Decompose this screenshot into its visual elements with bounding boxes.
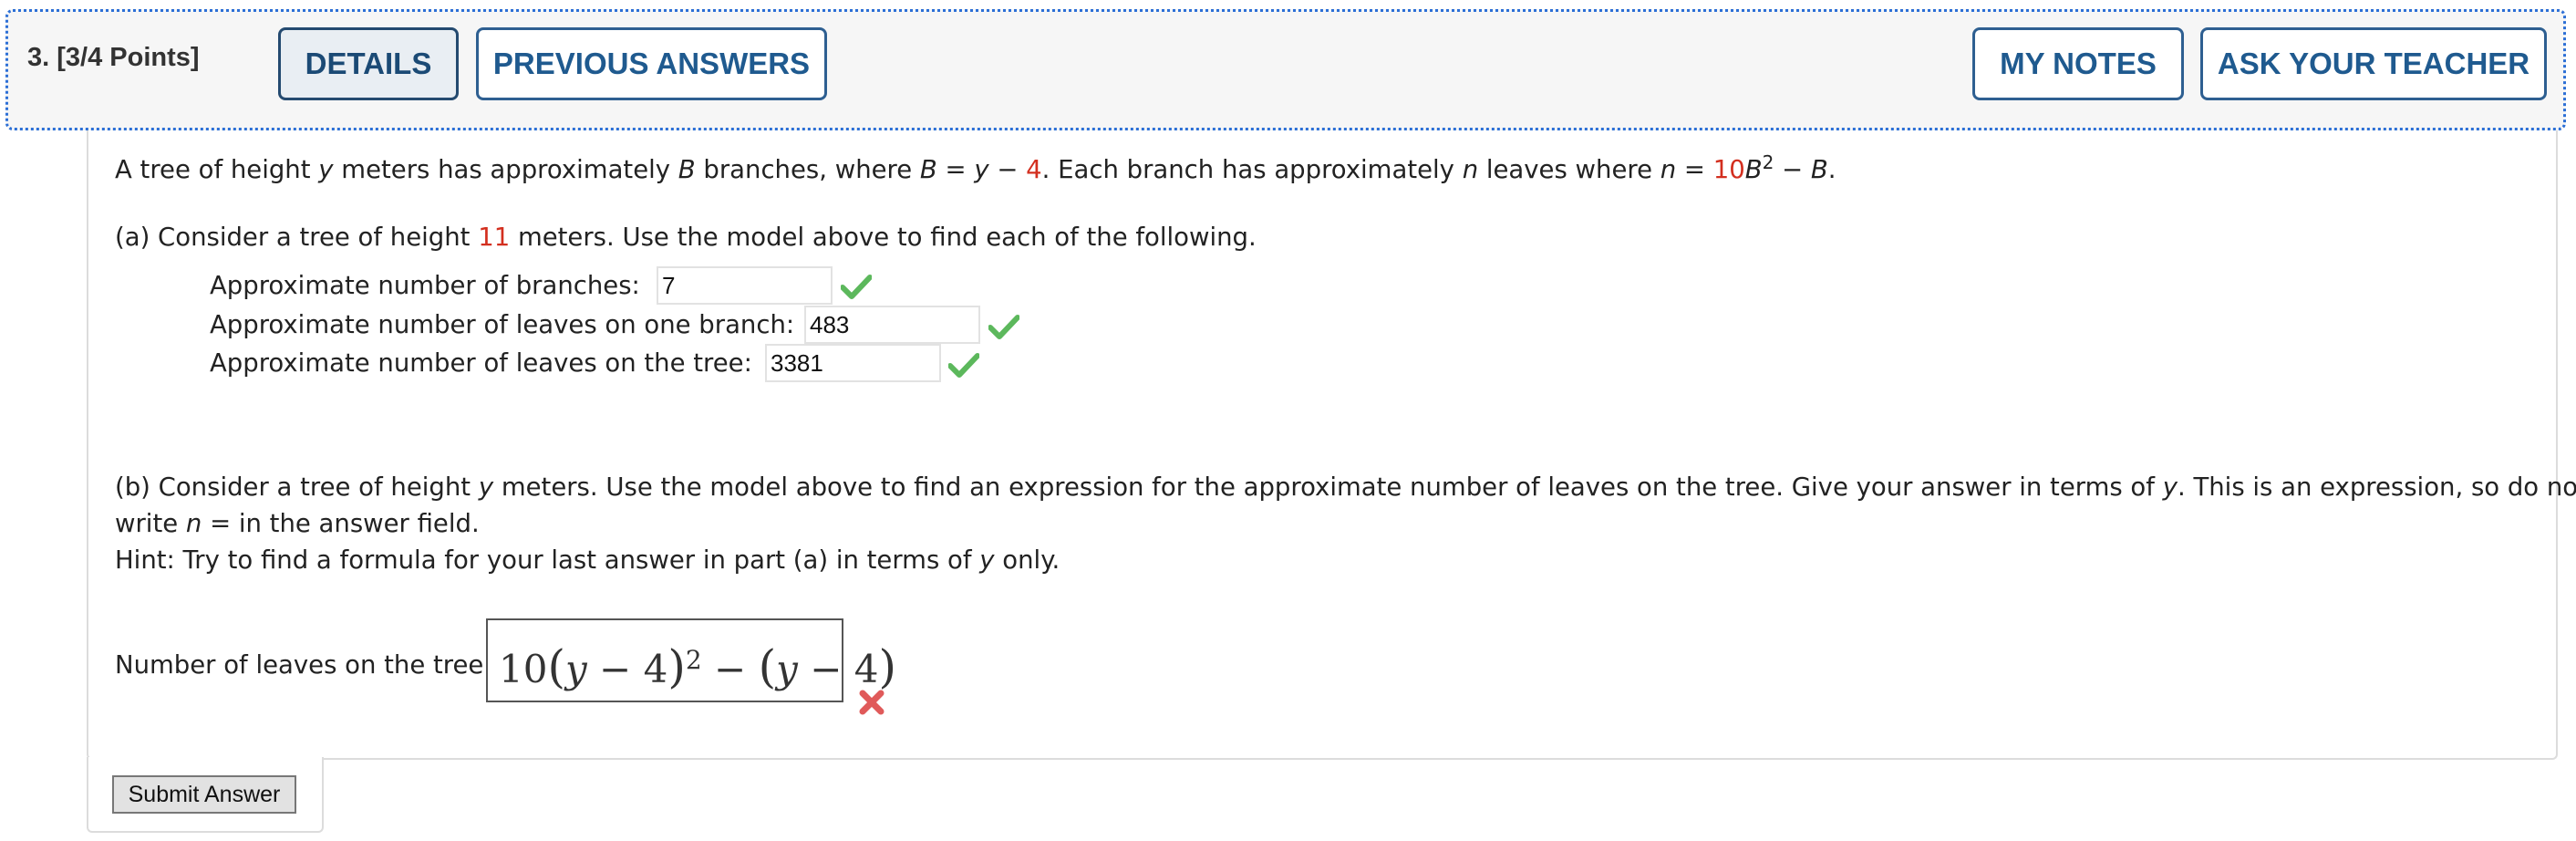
leaves-on-tree-label: Approximate number of leaves on the tree… [210,348,752,378]
height-value: 11 [478,223,511,252]
var-y: y [478,472,494,502]
var-y: y [318,155,334,185]
part-b-prompt: (b) Consider a tree of height y meters. … [115,469,2576,505]
var-b: B [919,155,937,185]
var-y: y [974,155,989,185]
ask-your-teacher-button[interactable]: ASK YOUR TEACHER [2200,27,2547,100]
part-a-text: meters. Use the model above to find each… [510,223,1257,252]
expr-paren: ) [667,640,686,693]
question-number: 3. [27,43,50,72]
incorrect-x-icon [859,690,885,715]
expr-constant: 4 [643,647,668,691]
part-b-prompt-line2: write n = in the answer field. [115,505,480,542]
equals: = [936,155,975,185]
my-notes-button[interactable]: MY NOTES [1972,27,2184,100]
expression-answer-field[interactable]: 10(y − 4)2 − (y − 4) [486,618,896,702]
part-b-text: write [115,509,186,538]
part-b-text: . This is an expression, so do not [2177,472,2576,502]
leaves-per-branch-input[interactable]: 483 [804,306,980,344]
expr-coefficient: 10 [499,647,548,691]
part-b-hint: Hint: Try to find a formula for your las… [115,542,1060,578]
part-a-text: (a) Consider a tree of height [115,223,479,252]
expr-var-y: y [564,647,587,691]
leaves-on-tree-input[interactable]: 3381 [765,344,941,382]
details-button[interactable]: DETAILS [278,27,459,100]
branches-input[interactable]: 7 [657,266,833,305]
hint-text: Hint: Try to find a formula for your las… [115,545,980,575]
problem-text: . Each branch has approximately [1041,155,1463,185]
expr-paren: ) [878,640,896,693]
var-n: n [1660,155,1677,185]
minus: − [1774,155,1811,185]
correct-check-icon [841,275,872,299]
var-b: B [1744,155,1763,185]
expr-constant: 4 [853,647,879,691]
exponent: 2 [1762,151,1774,173]
correct-check-icon [948,353,979,378]
coefficient-value: 10 [1712,155,1745,185]
expr-paren: ( [547,640,565,693]
problem-text: branches, where [695,155,920,185]
leaves-per-branch-label: Approximate number of leaves on one bran… [210,310,795,339]
minus: − [988,155,1027,185]
var-b: B [1810,155,1828,185]
expr-paren: ( [758,640,777,693]
points-label: [3/4 Points] [57,43,200,72]
expr-exponent: 2 [685,645,702,675]
part-a-prompt: (a) Consider a tree of height 11 meters.… [115,219,1257,255]
problem-text: leaves where [1478,155,1660,185]
var-n: n [185,509,202,538]
var-b: B [678,155,696,185]
part-b-text: meters. Use the model above to find an e… [493,472,2163,502]
leaves-expression-label: Number of leaves on the tree: [115,650,492,680]
question-number-points: 3. [3/4 Points] [27,43,200,73]
period: . [1827,155,1836,185]
hint-text: only. [994,545,1060,575]
part-b-text: (b) Consider a tree of height [115,472,479,502]
previous-answers-button[interactable]: PREVIOUS ANSWERS [476,27,827,100]
correct-check-icon [988,315,1019,339]
submit-answer-button[interactable]: Submit Answer [112,775,296,814]
var-n: n [1462,155,1479,185]
expr-var-y: y [776,647,798,691]
part-b-text: = in the answer field. [202,509,480,538]
expr-minus: − [586,647,644,691]
expr-minus: − [701,647,759,691]
constant-value: 4 [1026,155,1042,185]
var-y: y [2162,472,2178,502]
branches-label: Approximate number of branches: [210,271,640,300]
problem-statement: A tree of height y meters has approximat… [115,144,1836,188]
var-y: y [979,545,995,575]
equals: = [1676,155,1713,185]
problem-text: meters has approximately [333,155,678,185]
problem-text: A tree of height [115,155,319,185]
expr-minus: − [797,647,854,691]
